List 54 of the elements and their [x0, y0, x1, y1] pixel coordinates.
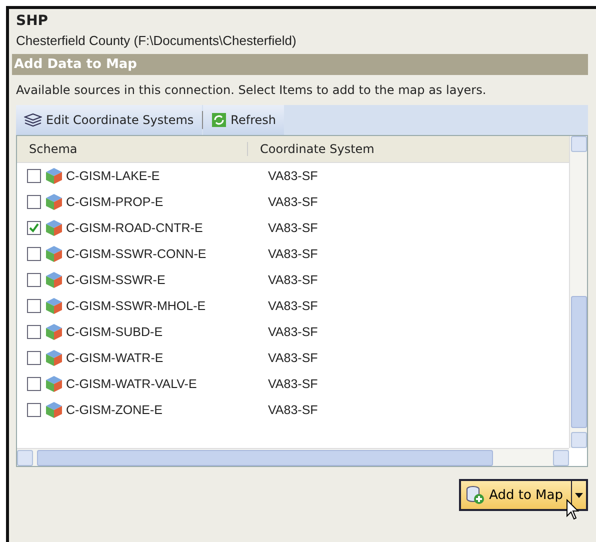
checkbox[interactable] — [27, 169, 41, 183]
toolbar-button[interactable]: Edit Coordinate Systems — [16, 105, 202, 135]
schema-cell-text: C-GISM-SUBD-E — [66, 325, 164, 339]
cube-icon — [45, 219, 63, 237]
cube-icon — [45, 297, 63, 315]
schema-cell-text: C-GISM-ZONE-E — [66, 403, 164, 417]
layers-icon — [24, 113, 42, 127]
checkbox[interactable] — [27, 377, 41, 391]
column-header[interactable]: Schema — [17, 142, 248, 156]
checkbox[interactable] — [27, 247, 41, 261]
coordinate-system-cell: VA83-SF — [268, 273, 318, 287]
description-text: Available sources in this connection. Select Items to add to the map as layers. — [15, 82, 488, 99]
checkbox[interactable] — [27, 195, 41, 209]
coordinate-system-cell: VA83-SF — [268, 403, 318, 417]
checkbox[interactable] — [27, 351, 41, 365]
schema-cell-text: C-GISM-WATR-E — [66, 351, 164, 365]
cube-icon — [45, 323, 63, 341]
cube-icon — [45, 193, 63, 211]
section-header: Add Data to Map — [12, 54, 588, 75]
mouse-pointer-icon — [566, 499, 580, 521]
column-header[interactable]: Coordinate System — [248, 142, 374, 156]
coordinate-system-cell: VA83-SF — [268, 247, 318, 261]
checkbox[interactable] — [27, 221, 41, 235]
schema-cell-text: C-GISM-SSWR-E — [66, 273, 166, 287]
checkbox[interactable] — [27, 325, 41, 339]
source-title: SHP — [15, 13, 50, 29]
coordinate-system-cell: VA83-SF — [268, 377, 318, 391]
coordinate-system-cell: VA83-SF — [268, 325, 318, 339]
cube-icon — [45, 349, 63, 367]
checkbox[interactable] — [27, 299, 41, 313]
connection-path: Chesterfield County (F:\Documents\Chesterfield) — [15, 32, 298, 50]
cube-icon — [45, 271, 63, 289]
schema-cell-text: C-GISM-PROP-E — [66, 195, 164, 209]
coordinate-system-cell: VA83-SF — [268, 299, 318, 313]
schema-cell-text: C-GISM-LAKE-E — [66, 169, 161, 183]
refresh-icon — [210, 112, 227, 128]
cube-icon — [45, 167, 63, 185]
cube-icon — [45, 245, 63, 263]
horizontal-scrollbar-thumb[interactable] — [37, 450, 493, 466]
schema-cell-text: C-GISM-ROAD-CNTR-E — [66, 221, 204, 235]
database-add-icon — [465, 485, 486, 505]
cube-icon — [45, 401, 63, 419]
toolbar-button[interactable]: Refresh — [202, 105, 284, 135]
cube-icon — [45, 375, 63, 393]
checkbox[interactable] — [27, 273, 41, 287]
coordinate-system-cell: VA83-SF — [268, 169, 318, 183]
schema-cell-text: C-GISM-WATR-VALV-E — [66, 377, 198, 391]
schema-cell-text: C-GISM-SSWR-CONN-E — [66, 247, 208, 261]
vertical-scrollbar-thumb[interactable] — [570, 296, 586, 428]
checkbox[interactable] — [27, 403, 41, 417]
coordinate-system-cell: VA83-SF — [268, 195, 318, 209]
coordinate-system-cell: VA83-SF — [268, 351, 318, 365]
schema-cell-text: C-GISM-SSWR-MHOL-E — [66, 299, 207, 313]
coordinate-system-cell: VA83-SF — [268, 221, 318, 235]
